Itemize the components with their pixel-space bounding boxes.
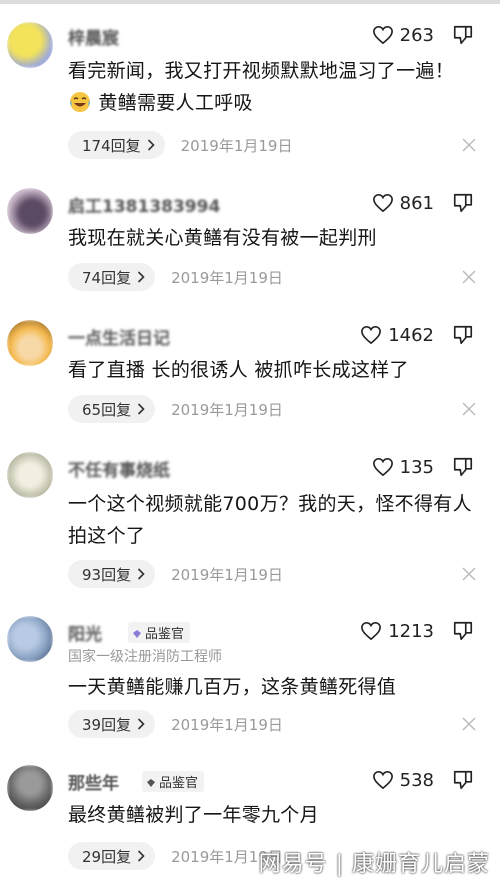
heart-outline-icon — [361, 621, 382, 641]
like-count: 135 — [399, 456, 434, 478]
heart-outline-icon — [372, 193, 393, 213]
like-count: 538 — [399, 769, 434, 791]
thumbs-down-icon[interactable] — [452, 620, 474, 642]
username[interactable]: 那些年 — [68, 769, 119, 794]
diamond-badge-icon — [147, 779, 155, 787]
chevron-right-icon — [138, 271, 145, 283]
watermark: 网易号 | 康姗育儿启蒙 — [258, 852, 490, 877]
like-button[interactable]: 861 — [372, 191, 434, 215]
comment-date: 2019年1月19日 — [171, 400, 283, 419]
user-title: 国家一级注册消防工程师 — [68, 649, 222, 665]
role-badge: 品鉴官 — [128, 622, 191, 643]
close-icon[interactable] — [462, 567, 476, 581]
thumbs-down-icon[interactable] — [452, 192, 474, 214]
like-count: 1462 — [388, 324, 434, 346]
reply-count: 29回复 — [82, 847, 132, 866]
like-button[interactable]: 135 — [372, 455, 434, 479]
comment-text: 一个这个视频就能700万？我的天，怪不得有人拍这个了 — [68, 493, 472, 547]
chevron-right-icon — [138, 850, 145, 862]
replies-button[interactable]: 65回复 — [68, 395, 156, 423]
comment-meta: 93回复 2019年1月19日 — [68, 560, 283, 588]
replies-button[interactable]: 174回复 — [68, 131, 165, 159]
diamond-badge-icon — [133, 630, 141, 638]
like-count: 1213 — [388, 620, 434, 642]
heart-outline-icon — [372, 770, 393, 790]
username[interactable]: 不任有事烧纸 — [68, 456, 170, 481]
chevron-right-icon — [138, 568, 145, 580]
username[interactable]: 一点生活日记 — [68, 324, 170, 349]
comment-meta: 39回复 2019年1月19日 — [68, 710, 283, 738]
avatar[interactable] — [7, 320, 53, 366]
replies-button[interactable]: 29回复 — [68, 842, 156, 870]
reply-count: 174回复 — [82, 136, 141, 155]
comment-text: 看完新闻，我又打开视频默默地温习了一遍！ 黄鳝需要人工呼吸 — [68, 55, 478, 119]
badge-label: 品鉴官 — [145, 627, 185, 642]
avatar[interactable] — [7, 188, 53, 234]
reply-count: 65回复 — [82, 400, 132, 419]
crying-laughing-emoji — [70, 92, 90, 112]
close-icon[interactable] — [462, 717, 476, 731]
comment-date: 2019年1月19日 — [171, 268, 283, 287]
username[interactable]: 梓晨宸 — [68, 24, 119, 49]
comment-text: 最终黄鳝被判了一年零九个月 — [68, 804, 319, 826]
replies-button[interactable]: 39回复 — [68, 710, 156, 738]
reply-count: 74回复 — [82, 268, 132, 287]
comment-text: 我现在就关心黄鳝有没有被一起判刑 — [68, 227, 377, 249]
username[interactable]: 阳光 — [68, 620, 102, 645]
comment-text: 一天黄鳝能赚几百万，这条黄鳝死得值 — [68, 676, 397, 698]
comment-date: 2019年1月19日 — [180, 136, 293, 155]
comment-date: 2019年1月19日 — [171, 715, 283, 734]
avatar[interactable] — [7, 765, 53, 811]
thumbs-down-icon[interactable] — [452, 769, 474, 791]
replies-button[interactable]: 93回复 — [68, 560, 156, 588]
avatar[interactable] — [7, 22, 53, 68]
username[interactable]: 启工1381383994 — [68, 192, 220, 217]
comment-text: 看了直播 长的很诱人 被抓咋长成这样了 — [68, 359, 409, 381]
like-count: 263 — [399, 24, 434, 46]
reply-count: 93回复 — [82, 565, 132, 584]
replies-button[interactable]: 74回复 — [68, 263, 156, 291]
chevron-right-icon — [138, 403, 145, 415]
comment-date: 2019年1月19日 — [171, 565, 283, 584]
like-count: 861 — [399, 192, 434, 214]
role-badge: 品鉴官 — [142, 771, 205, 792]
chevron-right-icon — [147, 139, 155, 151]
comment-meta: 74回复 2019年1月19日 — [68, 263, 283, 291]
heart-outline-icon — [361, 325, 382, 345]
like-button[interactable]: 263 — [372, 23, 434, 47]
avatar[interactable] — [7, 616, 53, 662]
reply-count: 39回复 — [82, 715, 132, 734]
comment-meta: 174回复 2019年1月19日 — [68, 131, 292, 159]
comment-text-part: 看完新闻，我又打开视频默默地温习了一遍！ — [68, 60, 455, 82]
comment-text-part: 黄鳝需要人工呼吸 — [98, 92, 253, 114]
thumbs-down-icon[interactable] — [452, 456, 474, 478]
close-icon[interactable] — [462, 138, 476, 152]
close-icon[interactable] — [462, 270, 476, 284]
comment-meta: 29回复 2019年1月19日 — [68, 842, 283, 870]
thumbs-down-icon[interactable] — [452, 24, 474, 46]
top-edge — [0, 0, 500, 4]
close-icon[interactable] — [462, 402, 476, 416]
thumbs-down-icon[interactable] — [452, 324, 474, 346]
comment-meta: 65回复 2019年1月19日 — [68, 395, 283, 423]
like-button[interactable]: 538 — [372, 768, 434, 792]
heart-outline-icon — [372, 25, 393, 45]
like-button[interactable]: 1462 — [360, 323, 434, 347]
heart-outline-icon — [372, 457, 393, 477]
badge-label: 品鉴官 — [159, 776, 199, 791]
avatar[interactable] — [7, 452, 53, 498]
chevron-right-icon — [138, 718, 145, 730]
like-button[interactable]: 1213 — [360, 619, 434, 643]
